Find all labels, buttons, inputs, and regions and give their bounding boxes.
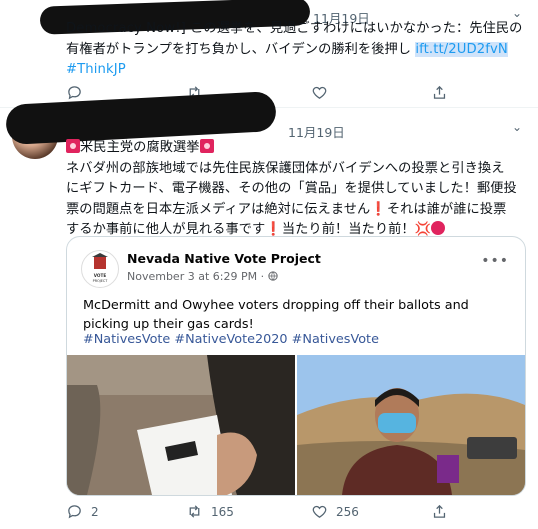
share-button[interactable] bbox=[431, 84, 448, 101]
exclamation-emoji-icon: ❗ bbox=[265, 222, 282, 237]
like-button[interactable] bbox=[311, 84, 328, 101]
share-icon bbox=[433, 85, 446, 99]
voter-photo bbox=[297, 355, 525, 495]
exclamation-emoji-icon: ❗ bbox=[370, 201, 387, 217]
reply-icon bbox=[68, 505, 81, 519]
svg-text:VOTE: VOTE bbox=[94, 273, 107, 278]
anger-symbol-emoji-icon: 💢 bbox=[414, 222, 432, 237]
reply-button[interactable]: 2 bbox=[66, 503, 99, 520]
flag-emoji-icon bbox=[199, 139, 214, 153]
tweet1-link[interactable]: ift.tt/2UD2fvN bbox=[415, 41, 508, 57]
reply-button[interactable] bbox=[66, 84, 83, 101]
like-button[interactable]: 256 bbox=[311, 503, 359, 520]
reply-icon bbox=[68, 86, 81, 100]
flag-emoji-icon bbox=[66, 139, 80, 153]
retweet-icon bbox=[189, 505, 200, 518]
tweet1-text: Democracy Now!] この選挙を、見過ごすわけにはいかなかった：先住民… bbox=[66, 19, 522, 81]
ballot-photo bbox=[67, 355, 295, 495]
heart-icon bbox=[312, 505, 327, 518]
svg-text:PROJECT: PROJECT bbox=[93, 279, 109, 283]
share-icon bbox=[433, 504, 446, 518]
chevron-down-icon[interactable]: ⌄ bbox=[512, 6, 522, 20]
nvp-logo: VOTE PROJECT bbox=[81, 250, 119, 288]
angry-face-emoji-icon bbox=[431, 221, 446, 235]
heart-icon bbox=[312, 86, 327, 99]
retweet-button[interactable]: 165 bbox=[186, 503, 234, 520]
tweet2-text: 米民主党の腐敗選挙 ネバダ州の部族地域では先住民族保護団体がバイデンへの投票と引… bbox=[66, 139, 517, 237]
post-hashtags[interactable]: #NativesVote #NativeVote2020 #NativesVot… bbox=[83, 332, 379, 347]
embedded-image-card[interactable]: VOTE PROJECT Nevada Native Vote Project … bbox=[66, 236, 526, 496]
hashtag-thinkjp[interactable]: #ThinkJP bbox=[66, 60, 522, 81]
retweet-count: 165 bbox=[211, 504, 234, 519]
share-button[interactable] bbox=[431, 503, 448, 520]
chevron-down-icon[interactable]: ⌄ bbox=[512, 120, 522, 134]
post-text: McDermitt and Owyhee voters dropping off… bbox=[83, 298, 469, 332]
page-name[interactable]: Nevada Native Vote Project bbox=[127, 251, 321, 266]
redacted-name-scribble bbox=[5, 90, 277, 146]
more-options-icon[interactable]: ••• bbox=[481, 253, 509, 269]
post-date[interactable]: November 3 at 6:29 PM · bbox=[127, 270, 278, 283]
globe-icon bbox=[267, 271, 278, 281]
like-count: 256 bbox=[336, 504, 359, 519]
reply-count: 2 bbox=[91, 504, 99, 519]
